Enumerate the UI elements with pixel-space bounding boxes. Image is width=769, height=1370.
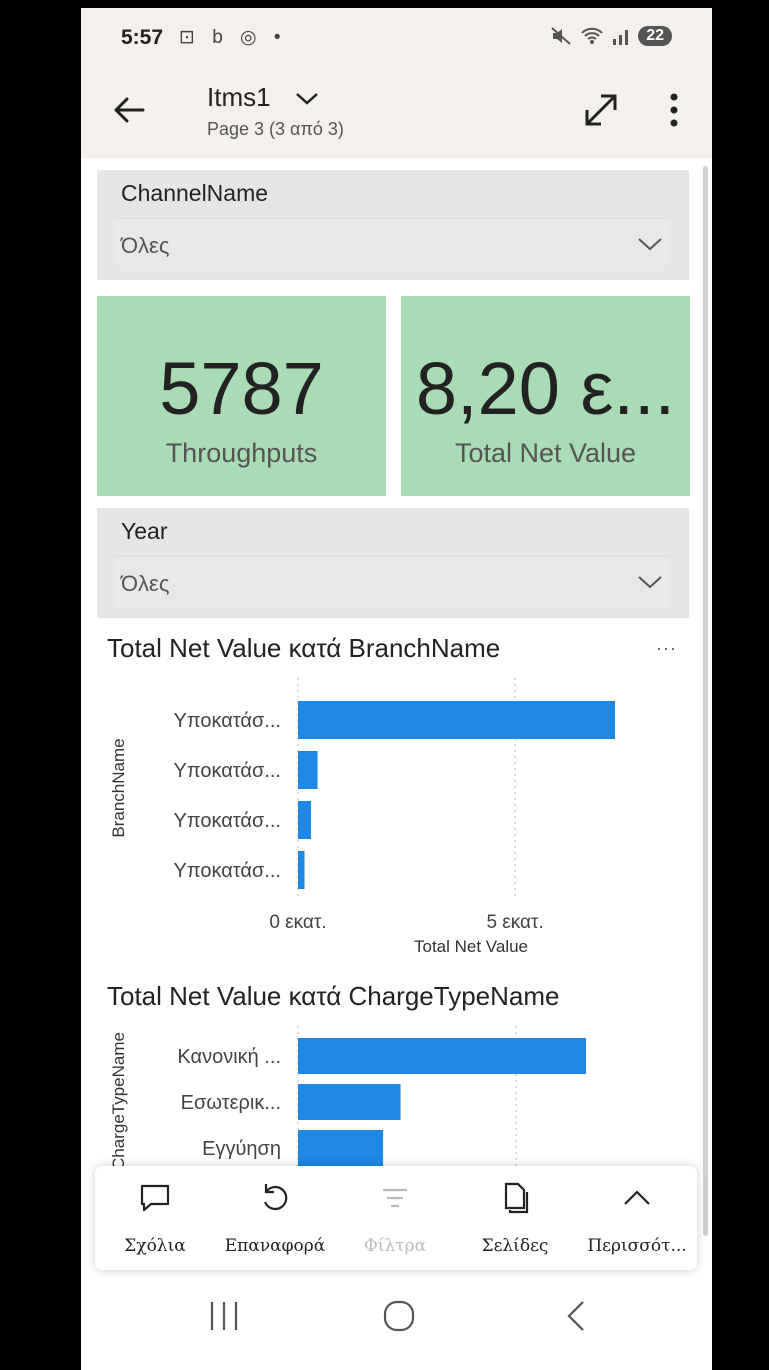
category-label: Υποκατάσ... (174, 710, 282, 732)
slicer-label: Year (121, 518, 168, 544)
phone-screen: 5:57 ⊡ b ◎ • 22 Itms1 Page 3 (3 από 3) C… (81, 8, 712, 1370)
bottom-bar-label: Σχόλια (124, 1236, 186, 1256)
mute-icon (551, 27, 571, 45)
more-button[interactable]: Περισσότ... (577, 1166, 697, 1270)
slicer-label: ChannelName (121, 180, 269, 206)
category-label: Υποκατάσ... (174, 810, 282, 832)
comments-button[interactable]: Σχόλια (95, 1166, 215, 1270)
signal-icon (613, 30, 629, 45)
x-tick-label: 5 εκατ. (486, 912, 543, 933)
bar (298, 751, 318, 789)
branch-chart-title: Total Net Value κατά BranchName (107, 633, 501, 663)
year-dropdown[interactable]: Όλες (115, 556, 669, 609)
bar (298, 1038, 586, 1074)
channelname-dropdown[interactable]: Όλες (115, 218, 669, 271)
report-title[interactable]: Itms1 (207, 82, 271, 113)
y-axis-title: ChargeTypeName (109, 1032, 128, 1170)
filter-icon (383, 1188, 407, 1208)
recent-apps-icon[interactable] (207, 1298, 241, 1334)
x-axis-title: Total Net Value (414, 937, 528, 956)
x-tick-label: 0 εκατ. (269, 912, 326, 933)
reset-button[interactable]: Επαναφορά (215, 1166, 335, 1270)
slicer-value: Όλες (121, 233, 170, 258)
status-time: 5:57 (121, 26, 164, 49)
throughputs-card[interactable]: 5787 Throughputs (97, 296, 386, 496)
slicer-value: Όλες (121, 571, 170, 596)
comment-icon (140, 1184, 170, 1212)
chargetype-chart-title: Total Net Value κατά ChargeTypeName (107, 981, 560, 1011)
chevron-up-icon (624, 1190, 650, 1205)
category-label: Εγγύηση (202, 1138, 281, 1160)
app-header: 5:57 ⊡ b ◎ • 22 Itms1 Page 3 (3 από 3) (81, 8, 712, 158)
pages-button[interactable]: Σελίδες (455, 1166, 575, 1270)
total-net-value-card[interactable]: 8,20 ε... Total Net Value (401, 296, 690, 496)
home-icon[interactable] (381, 1298, 417, 1334)
reset-icon (263, 1184, 288, 1211)
status-icons-right: 22 (550, 26, 672, 46)
bottom-bar-label: Επαναφορά (224, 1236, 326, 1256)
bar (298, 801, 312, 839)
chart-more-options[interactable]: ··· (656, 638, 677, 659)
card-label: Throughputs (165, 438, 318, 468)
card-value: 8,20 ε... (415, 347, 676, 430)
page-indicator: Page 3 (3 από 3) (207, 119, 344, 139)
chevron-down-icon (638, 238, 662, 251)
bottom-bar-label: Σελίδες (481, 1236, 549, 1256)
bar (298, 851, 305, 889)
back-arrow-icon[interactable] (109, 90, 149, 130)
bottom-action-bar: Σχόλια Επαναφορά Φίλτρα Σελίδες Περισσότ… (95, 1166, 697, 1270)
chargetype-bar-chart: ChargeTypeName Κανονική ... Εσωτερικ... Εγγ… (109, 1026, 586, 1176)
card-label: Total Net Value (454, 438, 637, 468)
category-label: Υποκατάσ... (174, 860, 282, 882)
expand-icon[interactable] (581, 90, 621, 130)
pages-icon (504, 1182, 529, 1214)
chevron-down-icon[interactable] (294, 88, 320, 108)
category-label: Κανονική ... (177, 1046, 281, 1068)
more-options-icon[interactable] (667, 92, 681, 128)
system-nav-bar (81, 1278, 712, 1370)
year-slicer: Year Όλες (97, 508, 689, 618)
notification-icons: ⊡ b ◎ • (179, 27, 287, 48)
bottom-bar-label: Περισσότ... (587, 1236, 687, 1256)
bottom-bar-label: Φίλτρα (363, 1236, 427, 1256)
bar (298, 1130, 384, 1166)
category-label: Εσωτερικ... (181, 1092, 281, 1114)
back-nav-icon[interactable] (561, 1298, 591, 1334)
category-label: Υποκατάσ... (174, 760, 282, 782)
bar (298, 701, 615, 739)
filters-button[interactable]: Φίλτρα (335, 1166, 455, 1270)
card-value: 5787 (159, 347, 324, 430)
wifi-icon (581, 27, 603, 44)
chevron-down-icon (638, 576, 662, 589)
branch-bar-chart: BranchName Υποκατάσ... Υποκατάσ... Υποκατάσ… (109, 678, 615, 956)
channelname-slicer: ChannelName Όλες (97, 170, 689, 280)
y-axis-title: BranchName (109, 738, 128, 837)
bar (298, 1084, 401, 1120)
battery-indicator: 22 (638, 26, 672, 46)
